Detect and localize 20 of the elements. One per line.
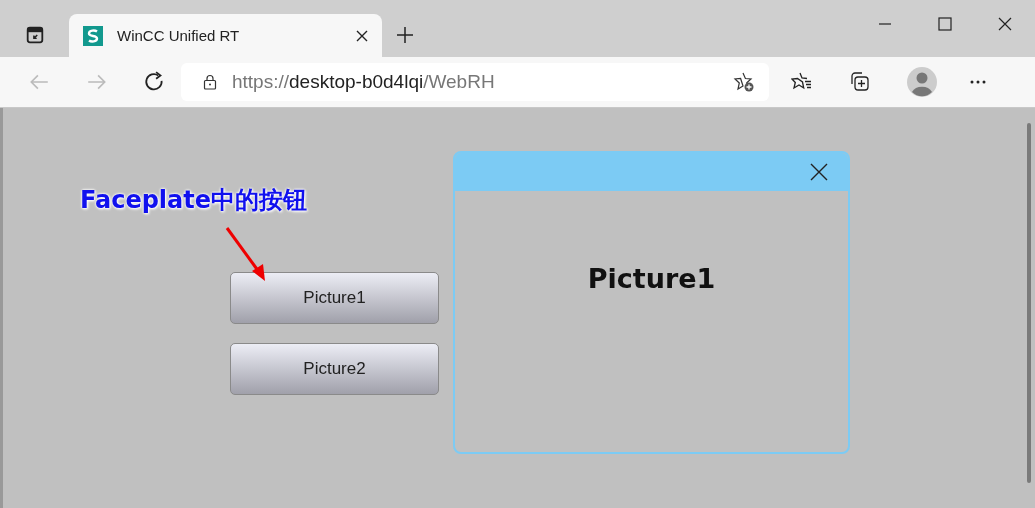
close-icon[interactable] [810,163,828,181]
new-tab-icon[interactable] [396,26,414,44]
site-logo-icon [83,25,103,46]
url-text: https://desktop-b0d4lqi/WebRH [232,71,495,93]
browser-tab[interactable]: WinCC Unified RT [69,14,382,57]
collections-icon[interactable] [849,71,871,93]
faceplate-title: Picture1 [587,263,716,296]
profile-avatar-icon[interactable] [907,67,937,97]
tab-actions-icon[interactable] [26,26,44,44]
tab-title: WinCC Unified RT [117,27,241,44]
close-icon[interactable] [356,29,368,42]
address-bar[interactable]: https://desktop-b0d4lqi/WebRH [181,63,769,101]
picture-button[interactable]: Picture2 [230,343,439,395]
lock-icon [203,74,217,90]
annotation-label: Faceplate中的按钮 [80,185,308,216]
close-icon[interactable] [998,17,1012,31]
add-favorite-icon[interactable] [733,71,755,93]
picture-button[interactable]: Picture1 [230,272,439,324]
scrollbar[interactable] [1027,123,1031,483]
maximize-icon[interactable] [938,17,952,31]
